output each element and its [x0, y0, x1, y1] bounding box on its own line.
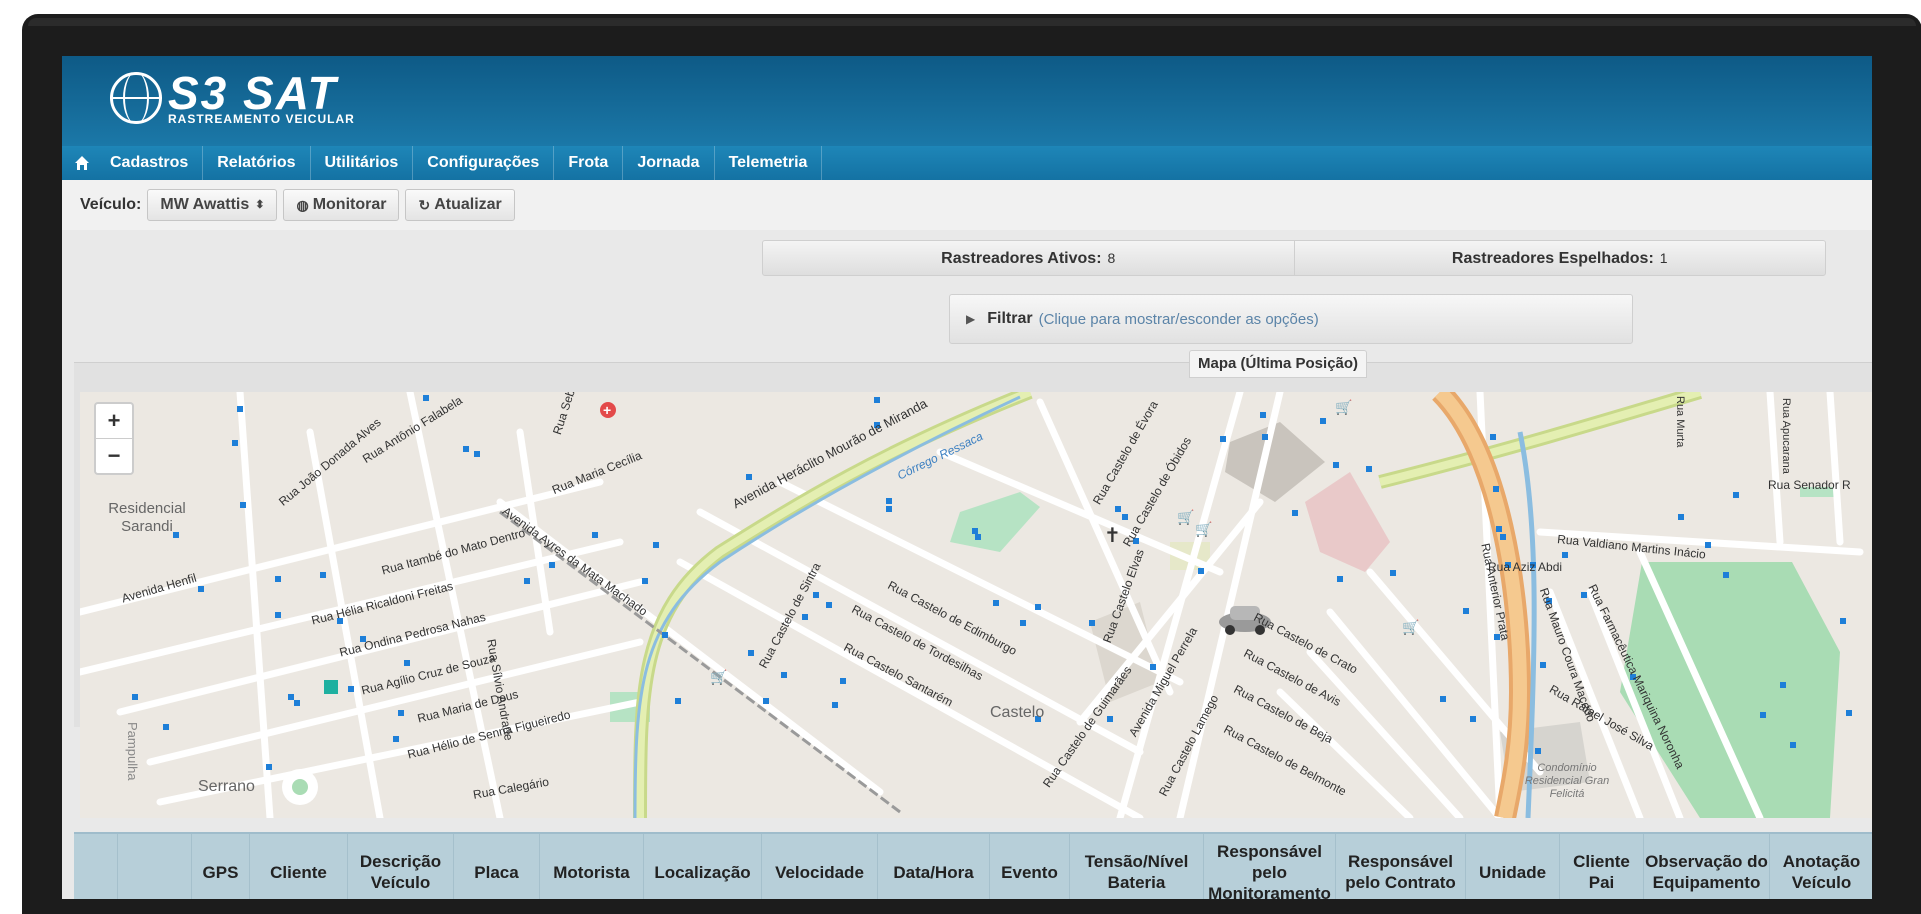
map-label-pampulha: Pampulha	[125, 722, 140, 781]
nav-item-jornada[interactable]: Jornada	[623, 146, 715, 180]
column-header-motorista[interactable]: Motorista	[540, 834, 644, 899]
monitor-button-label: Monitorar	[312, 196, 387, 213]
column-header-tensao-bateria[interactable]: Tensão/Nível Bateria	[1070, 834, 1204, 899]
map-label-rua-aziz: Rua Aziz Abdi	[1488, 560, 1563, 574]
logo-brand: S3 SAT	[168, 67, 338, 119]
logo-tagline: RASTREAMENTO VEICULAR	[168, 112, 355, 126]
building-area	[1225, 422, 1325, 502]
tracker-stats: Rastreadores Ativos: 8 Rastreadores Espel…	[762, 240, 1826, 276]
app-screen: S3 SAT RASTREAMENTO VEICULAR Cadastros R…	[62, 56, 1872, 899]
shopping-icon: 🛒	[1402, 619, 1419, 636]
vehicle-select[interactable]: MW Awattis ⬍	[147, 189, 278, 221]
map-label-residencial-sarandi: Residencial Sarandi	[108, 500, 186, 535]
active-trackers-label: Rastreadores Ativos:	[941, 250, 1102, 267]
zoom-control: + −	[94, 402, 134, 475]
shopping-icon: 🛒	[1195, 521, 1212, 538]
column-header-placa[interactable]: Placa	[454, 834, 540, 899]
zoom-in-button[interactable]: +	[96, 404, 132, 438]
nav-item-telemetria[interactable]: Telemetria	[715, 146, 823, 180]
monitor-top-edge	[28, 18, 1916, 26]
column-header-unidade[interactable]: Unidade	[1466, 834, 1560, 899]
column-header-observacao-equipamento[interactable]: Observação do Equipamento	[1644, 834, 1770, 899]
svg-text:+: +	[603, 402, 611, 418]
tracker-table-header: GPS Cliente Descrição Veículo Placa Moto…	[74, 832, 1872, 899]
shopping-icon: 🛒	[1335, 399, 1352, 416]
map-label-serrano: Serrano	[198, 778, 255, 795]
nav-item-cadastros[interactable]: Cadastros	[96, 146, 204, 180]
shopping-icon: 🛒	[710, 669, 727, 686]
globe-icon	[110, 72, 162, 124]
column-header-data-hora[interactable]: Data/Hora	[878, 834, 990, 899]
column-header-gps[interactable]: GPS	[192, 834, 250, 899]
map-label-rua-murta: Rua Murta	[1674, 396, 1686, 448]
filter-title: Filtrar	[987, 310, 1033, 327]
app-header: S3 SAT RASTREAMENTO VEICULAR	[62, 56, 1872, 146]
column-header-localizacao[interactable]: Localização	[644, 834, 762, 899]
column-header-velocidade[interactable]: Velocidade	[762, 834, 878, 899]
building-area	[1305, 472, 1390, 572]
highlight-marker	[324, 680, 338, 694]
column-header-anotacao-veiculo[interactable]: Anotação Veículo	[1770, 834, 1872, 899]
active-trackers-value: 8	[1107, 250, 1116, 266]
map-label-rua-apucarana: Rua Apucarana	[1780, 398, 1792, 474]
brand-logo[interactable]: S3 SAT RASTREAMENTO VEICULAR	[110, 70, 355, 126]
map-view[interactable]: 🛒 🛒 🛒 🛒 🛒 + ✝ Residencial Sarandi Castel…	[80, 392, 1872, 818]
filter-toggle[interactable]: ▶ Filtrar (Clique para mostrar/esconder …	[949, 294, 1633, 344]
refresh-button[interactable]: ↻ Atualizar	[405, 189, 515, 221]
vehicle-toolbar: Veículo: MW Awattis ⬍ ◍ Monitorar ↻ Atua…	[62, 180, 1872, 230]
nav-item-frota[interactable]: Frota	[554, 146, 624, 180]
map-label-castelo: Castelo	[990, 704, 1045, 721]
logo-text: S3 SAT RASTREAMENTO VEICULAR	[168, 70, 355, 126]
refresh-button-label: Atualizar	[434, 196, 502, 213]
caret-right-icon: ▶	[966, 312, 976, 326]
map-label-condominio: Condomínio Residencial Gran Felicitá	[1524, 762, 1610, 800]
map-tab[interactable]: Mapa (Última Posição)	[1189, 350, 1368, 378]
home-icon[interactable]	[68, 146, 96, 180]
nav-item-relatorios[interactable]: Relatórios	[203, 146, 311, 180]
map-label-rua-senador: Rua Senador R	[1768, 478, 1851, 492]
zoom-out-button[interactable]: −	[96, 438, 132, 473]
monitor-button[interactable]: ◍ Monitorar	[283, 189, 400, 221]
roundabout	[292, 779, 308, 795]
column-header-cliente-pai[interactable]: Cliente Pai	[1560, 834, 1644, 899]
filter-hint: (Clique para mostrar/esconder as opções)	[1038, 310, 1319, 328]
mirrored-trackers-value: 1	[1659, 250, 1668, 266]
column-header-descricao-veiculo[interactable]: Descrição Veículo	[348, 834, 454, 899]
column-header	[74, 834, 118, 899]
sort-icon: ⬍	[255, 199, 265, 211]
vehicle-label: Veículo:	[80, 196, 142, 213]
park-area	[1620, 562, 1840, 818]
nav-item-configuracoes[interactable]: Configurações	[413, 146, 555, 180]
column-header-evento[interactable]: Evento	[990, 834, 1070, 899]
column-header-cliente[interactable]: Cliente	[250, 834, 348, 899]
column-header-responsavel-contrato[interactable]: Responsável pelo Contrato	[1336, 834, 1466, 899]
column-header-responsavel-monitoramento[interactable]: Responsável pelo Monitoramento	[1204, 834, 1336, 899]
nav-item-utilitarios[interactable]: Utilitários	[311, 146, 414, 180]
cross-icon: ✝	[1104, 525, 1121, 547]
refresh-icon: ↻	[418, 197, 431, 213]
mirrored-trackers-label: Rastreadores Espelhados:	[1451, 250, 1654, 267]
column-header	[118, 834, 192, 899]
mirrored-trackers: Rastreadores Espelhados: 1	[1293, 241, 1826, 275]
globe-icon: ◍	[296, 197, 309, 213]
active-trackers: Rastreadores Ativos: 8	[763, 241, 1294, 275]
shopping-icon: 🛒	[1177, 509, 1194, 526]
vehicle-select-value: MW Awattis	[160, 196, 250, 213]
park-area	[950, 492, 1040, 552]
main-nav: Cadastros Relatórios Utilitários Configu…	[62, 146, 1872, 180]
